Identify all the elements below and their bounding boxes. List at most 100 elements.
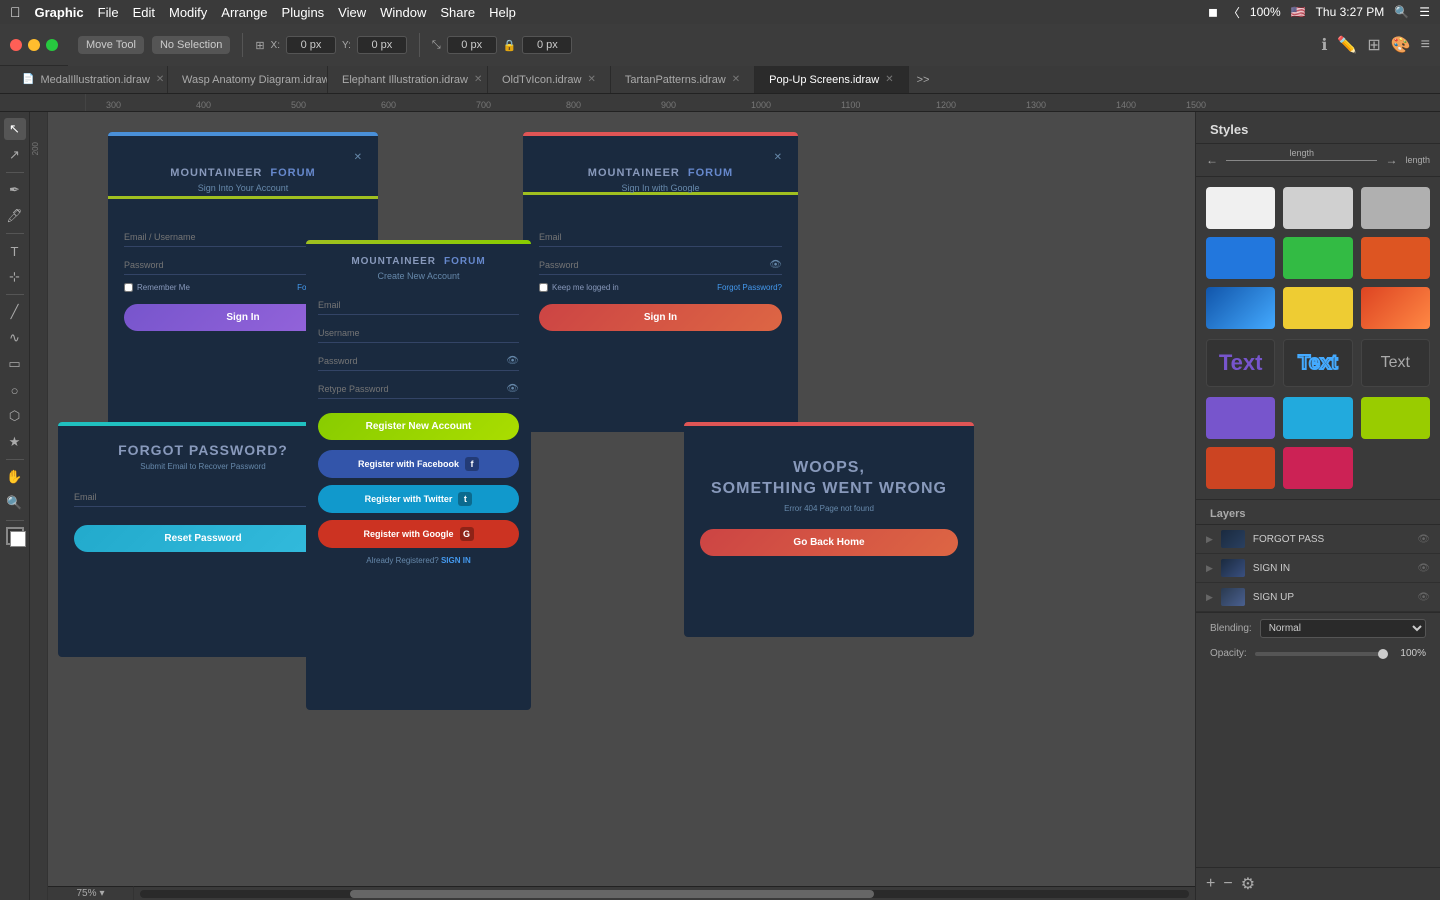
tool-selector[interactable]: Move Tool xyxy=(78,36,144,54)
layer-signup[interactable]: ▶ SIGN UP 👁 xyxy=(1196,583,1440,612)
menu-edit[interactable]: Edit xyxy=(133,5,155,20)
cs-purple[interactable] xyxy=(1206,397,1275,439)
h-input[interactable] xyxy=(522,36,572,54)
paint-icon[interactable]: 🎨 xyxy=(1391,35,1411,55)
reset-button[interactable]: Reset Password xyxy=(74,525,332,552)
text-swatch-purple[interactable]: Text xyxy=(1206,339,1275,387)
zoom-dropdown-icon[interactable]: ▾ xyxy=(99,888,104,899)
cs-pink[interactable] xyxy=(1283,447,1352,489)
apple-menu[interactable]:  xyxy=(10,4,21,20)
menu-list-icon[interactable]: ☰ xyxy=(1419,5,1430,19)
add-style-button[interactable]: + xyxy=(1206,875,1215,893)
tab-oldtv-close[interactable]: ✕ xyxy=(587,74,595,85)
create-retype-input[interactable] xyxy=(318,380,519,399)
w-input[interactable] xyxy=(447,36,497,54)
swatch-red-grad[interactable] xyxy=(1361,287,1430,329)
google-email-input[interactable] xyxy=(539,228,782,247)
layer-signup-eye[interactable]: 👁 xyxy=(1417,592,1430,603)
forgot-email-input[interactable] xyxy=(74,488,332,507)
canvas-area[interactable]: ✕ MOUNTAINEER FORUM Sign Into Your Accou… xyxy=(48,112,1195,900)
subselect-tool[interactable]: ↗ xyxy=(4,144,26,166)
menu-graphic[interactable]: Graphic xyxy=(35,5,84,20)
register-button[interactable]: Register New Account xyxy=(318,413,519,440)
crop-tool[interactable]: ⊹ xyxy=(4,266,26,288)
brush-tool[interactable]: 🖊 xyxy=(4,205,26,227)
tab-oldtv[interactable]: OldTvIcon.idraw ✕ xyxy=(488,66,611,94)
x-input[interactable] xyxy=(286,36,336,54)
create-eye-icon2[interactable]: 👁 xyxy=(506,384,519,395)
menu-file[interactable]: File xyxy=(98,5,119,20)
tab-elephant-close[interactable]: ✕ xyxy=(474,74,482,85)
poly-tool[interactable]: ⬡ xyxy=(4,405,26,427)
layer-signup-expand[interactable]: ▶ xyxy=(1206,592,1213,603)
y-input[interactable] xyxy=(357,36,407,54)
maximize-button[interactable] xyxy=(46,39,58,51)
create-eye-icon[interactable]: 👁 xyxy=(506,356,519,367)
tab-popup[interactable]: Pop-Up Screens.idraw ✕ xyxy=(755,66,908,94)
grid-icon[interactable]: ⊞ xyxy=(1367,35,1380,55)
swatch-blue-grad[interactable] xyxy=(1206,287,1275,329)
opacity-thumb[interactable] xyxy=(1378,649,1388,659)
swatch-blue[interactable] xyxy=(1206,237,1275,279)
signin-link[interactable]: SIGN IN xyxy=(441,556,471,565)
google-forgot-link[interactable]: Forgot Password? xyxy=(717,283,782,292)
cs-lime[interactable] xyxy=(1361,397,1430,439)
google-signin-button[interactable]: Sign In xyxy=(539,304,782,331)
signin-remember-checkbox[interactable] xyxy=(124,283,133,292)
layer-signin-eye[interactable]: 👁 xyxy=(1417,563,1430,574)
layer-signin[interactable]: ▶ SIGN IN 👁 xyxy=(1196,554,1440,583)
scrollbar-thumb[interactable] xyxy=(350,890,875,898)
layer-signin-expand[interactable]: ▶ xyxy=(1206,563,1213,574)
delete-style-button[interactable]: − xyxy=(1223,875,1232,893)
tab-popup-close[interactable]: ✕ xyxy=(885,74,893,85)
text-swatch-outline[interactable]: Text xyxy=(1283,339,1352,387)
cs-red[interactable] xyxy=(1206,447,1275,489)
create-password-input[interactable] xyxy=(318,352,519,371)
menu-plugins[interactable]: Plugins xyxy=(282,5,325,20)
tab-medal[interactable]: 📄 MedalIllustration.idraw ✕ xyxy=(8,66,168,94)
layer-forgot-eye[interactable]: 👁 xyxy=(1417,534,1430,545)
swatch-gray[interactable] xyxy=(1361,187,1430,229)
menu-help[interactable]: Help xyxy=(489,5,516,20)
menu-modify[interactable]: Modify xyxy=(169,5,207,20)
layer-forgot-expand[interactable]: ▶ xyxy=(1206,534,1213,545)
tab-medal-close[interactable]: ✕ xyxy=(156,74,164,85)
ellipse-tool[interactable]: ○ xyxy=(4,379,26,401)
opacity-slider[interactable] xyxy=(1255,652,1388,656)
minimize-button[interactable] xyxy=(28,39,40,51)
go-home-button[interactable]: Go Back Home xyxy=(700,529,958,556)
facebook-button[interactable]: Register with Facebook f xyxy=(318,450,519,478)
blend-select[interactable]: Normal xyxy=(1260,619,1426,638)
create-email-input[interactable] xyxy=(318,296,519,315)
select-tool[interactable]: ↖ xyxy=(4,118,26,140)
cs-cyan[interactable] xyxy=(1283,397,1352,439)
text-swatch-plain[interactable]: Text xyxy=(1361,339,1430,387)
swatch-white[interactable] xyxy=(1206,187,1275,229)
pan-tool[interactable]: ✋ xyxy=(4,466,26,488)
tabs-overflow[interactable]: >> xyxy=(909,74,938,86)
menu-arrange[interactable]: Arrange xyxy=(221,5,267,20)
swatch-yellow[interactable] xyxy=(1283,287,1352,329)
swatch-lightgray[interactable] xyxy=(1283,187,1352,229)
color-selector[interactable] xyxy=(6,527,24,545)
tab-wasp[interactable]: Wasp Anatomy Diagram.idraw ✕ xyxy=(168,66,328,94)
create-username-input[interactable] xyxy=(318,324,519,343)
scrollbar-track[interactable] xyxy=(140,890,1189,898)
menu-share[interactable]: Share xyxy=(440,5,475,20)
rect-tool[interactable]: ▭ xyxy=(4,353,26,375)
google-eye-icon[interactable]: 👁 xyxy=(769,260,782,271)
zoom-tool[interactable]: 🔍 xyxy=(4,492,26,514)
google-remember-checkbox[interactable] xyxy=(539,283,548,292)
pen-tool[interactable]: ✒ xyxy=(4,179,26,201)
tab-elephant[interactable]: Elephant Illustration.idraw ✕ xyxy=(328,66,488,94)
twitter-button[interactable]: Register with Twitter t xyxy=(318,485,519,513)
swatch-orange[interactable] xyxy=(1361,237,1430,279)
menu-search-icon[interactable]: 🔍 xyxy=(1394,5,1409,19)
layer-forgot[interactable]: ▶ FORGOT PASS 👁 xyxy=(1196,525,1440,554)
curve-tool[interactable]: ∿ xyxy=(4,327,26,349)
horizontal-scrollbar[interactable] xyxy=(134,886,1195,900)
text-tool[interactable]: T xyxy=(4,240,26,262)
pen-icon[interactable]: ✏️ xyxy=(1337,35,1357,55)
swatch-green[interactable] xyxy=(1283,237,1352,279)
settings-icon[interactable]: ⚙ xyxy=(1241,874,1255,894)
